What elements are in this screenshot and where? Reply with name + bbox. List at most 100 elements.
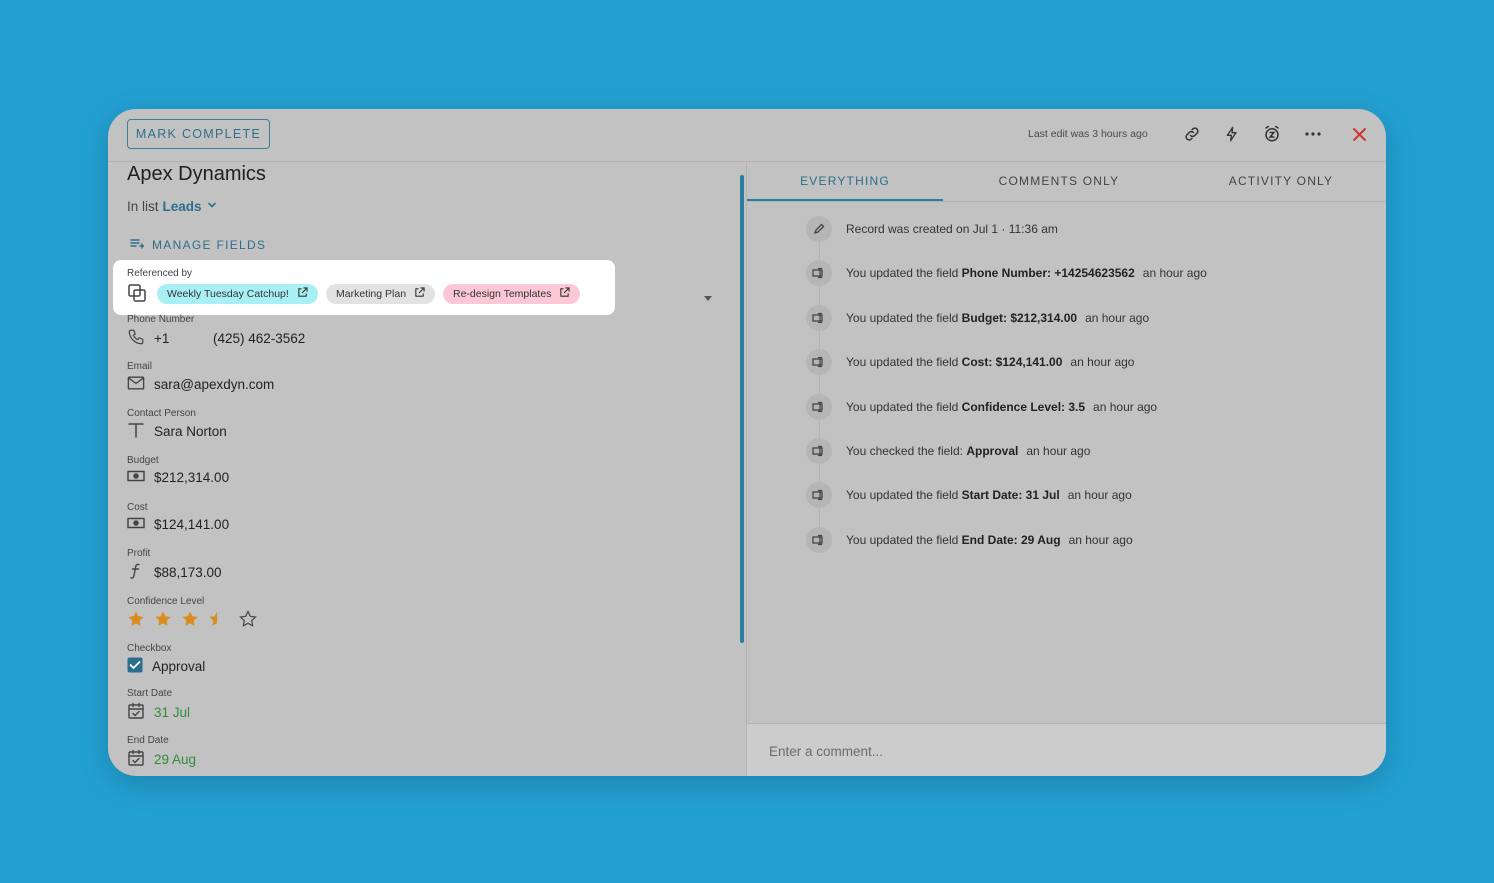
activity-field: Budget: $212,314.00 bbox=[961, 310, 1078, 325]
tab-activity-only[interactable]: ACTIVITY ONLY bbox=[1183, 161, 1379, 201]
activity-text: You updated the field bbox=[846, 355, 959, 370]
field-icon bbox=[806, 260, 832, 287]
record-title: Apex Dynamics bbox=[127, 163, 266, 185]
manage-fields-label: MANAGE FIELDS bbox=[152, 237, 267, 252]
active-tab-indicator bbox=[747, 199, 943, 201]
field-checkbox: Checkbox Approval bbox=[127, 643, 205, 676]
reference-chip-marketing-plan[interactable]: Marketing Plan bbox=[326, 284, 436, 304]
email-icon bbox=[127, 375, 145, 394]
caret-down-icon[interactable] bbox=[704, 296, 712, 301]
end-date-value[interactable]: 29 Aug bbox=[154, 752, 196, 767]
start-date-value[interactable]: 31 Jul bbox=[154, 705, 190, 720]
activity-text: You updated the field bbox=[846, 310, 959, 325]
activity-field: Start Date: 31 Jul bbox=[961, 488, 1060, 503]
field-email: Email sara@apexdyn.com bbox=[127, 361, 274, 394]
star-rating[interactable] bbox=[127, 610, 257, 631]
field-icon bbox=[806, 393, 832, 420]
chevron-down-icon[interactable] bbox=[206, 199, 218, 214]
activity-time: an hour ago bbox=[1070, 355, 1135, 370]
activity-item: You updated the field Confidence Level: … bbox=[806, 393, 1157, 420]
tab-everything[interactable]: EVERYTHING bbox=[747, 161, 943, 201]
star-icon[interactable] bbox=[239, 610, 257, 631]
activity-text: You updated the field bbox=[846, 488, 959, 503]
star-icon[interactable] bbox=[154, 610, 172, 631]
field-label: Profit bbox=[127, 548, 151, 559]
budget-value[interactable]: $212,314.00 bbox=[154, 470, 229, 485]
field-icon bbox=[806, 482, 832, 509]
field-end-date: End Date 29 Aug bbox=[127, 735, 196, 770]
calendar-icon bbox=[127, 749, 145, 770]
activity-text: Record was created on Jul 1 · 11:36 am bbox=[846, 222, 1058, 236]
field-label: Checkbox bbox=[127, 643, 172, 654]
chip-label: Re-design Templates bbox=[453, 288, 552, 300]
activity-item: You updated the field Cost: $124,141.00 a… bbox=[806, 349, 1135, 376]
field-phone: Phone Number +1 (425) 462-3562 bbox=[127, 314, 305, 349]
field-cost: Cost $124,141.00 bbox=[127, 502, 229, 533]
close-icon[interactable] bbox=[1347, 122, 1371, 146]
lightning-icon[interactable] bbox=[1220, 122, 1244, 146]
activity-field: Phone Number: +14254623562 bbox=[961, 266, 1135, 281]
external-link-icon[interactable] bbox=[297, 287, 308, 301]
activity-time: an hour ago bbox=[1067, 488, 1132, 503]
activity-time: an hour ago bbox=[1142, 266, 1207, 281]
list-name[interactable]: Leads bbox=[163, 199, 202, 214]
external-link-icon[interactable] bbox=[559, 287, 571, 301]
activity-text: You updated the field bbox=[846, 532, 959, 547]
money-icon bbox=[127, 469, 145, 486]
phone-number-value[interactable]: (425) 462-3562 bbox=[213, 331, 305, 346]
phone-country-code[interactable]: +1 bbox=[154, 331, 204, 346]
activity-item: You updated the field Start Date: 31 Jul… bbox=[806, 482, 1132, 509]
cost-value[interactable]: $124,141.00 bbox=[154, 517, 229, 532]
field-label: Contact Person bbox=[127, 408, 196, 419]
snooze-icon[interactable] bbox=[1260, 122, 1284, 146]
tab-comments-only[interactable]: COMMENTS ONLY bbox=[961, 161, 1157, 201]
field-confidence-level: Confidence Level bbox=[127, 596, 257, 631]
mark-complete-button[interactable]: MARK COMPLETE bbox=[127, 119, 270, 149]
activity-field: End Date: 29 Aug bbox=[961, 532, 1061, 547]
field-label: Start Date bbox=[127, 688, 173, 699]
reference-chip-redesign-templates[interactable]: Re-design Templates bbox=[443, 284, 581, 304]
field-icon bbox=[806, 438, 832, 464]
activity-item: You checked the field: Approval an hour a… bbox=[806, 438, 1090, 464]
link-icon[interactable] bbox=[1180, 122, 1204, 146]
last-edit-text: Last edit was 3 hours ago bbox=[1028, 128, 1148, 140]
activity-time: an hour ago bbox=[1068, 532, 1133, 547]
field-icon bbox=[806, 349, 832, 376]
references-icon bbox=[127, 283, 147, 308]
activity-text: You updated the field bbox=[846, 399, 959, 414]
star-icon[interactable] bbox=[208, 610, 226, 631]
list-selector[interactable]: In list Leads bbox=[127, 199, 218, 214]
activity-tabs: EVERYTHING COMMENTS ONLY ACTIVITY ONLY bbox=[747, 161, 1386, 202]
email-value[interactable]: sara@apexdyn.com bbox=[154, 377, 274, 392]
text-type-icon bbox=[127, 422, 145, 441]
checkbox-label[interactable]: Approval bbox=[152, 659, 205, 674]
in-list-prefix: In list bbox=[127, 199, 159, 214]
activity-text: You checked the field: bbox=[846, 444, 963, 458]
field-label: End Date bbox=[127, 735, 169, 746]
manage-fields-icon bbox=[130, 237, 145, 252]
referenced-by-card: Referenced by Weekly Tuesday Catchup! Ma… bbox=[113, 260, 615, 315]
field-label: Confidence Level bbox=[127, 596, 205, 607]
star-icon[interactable] bbox=[127, 610, 145, 631]
activity-time: an hour ago bbox=[1085, 310, 1150, 325]
field-label: Phone Number bbox=[127, 314, 195, 325]
activity-field: Approval bbox=[966, 444, 1019, 458]
more-icon[interactable] bbox=[1301, 122, 1325, 146]
field-icon bbox=[806, 304, 832, 331]
manage-fields-button[interactable]: MANAGE FIELDS bbox=[130, 237, 266, 252]
activity-text: You updated the field bbox=[846, 266, 959, 281]
field-profit: Profit $88,173.00 bbox=[127, 548, 222, 583]
record-modal: MARK COMPLETE Last edit was 3 hours ago … bbox=[108, 109, 1386, 776]
star-icon[interactable] bbox=[181, 610, 199, 631]
comment-input[interactable] bbox=[767, 738, 1351, 764]
chip-label: Marketing Plan bbox=[336, 288, 407, 300]
profit-value: $88,173.00 bbox=[154, 565, 222, 580]
external-link-icon[interactable] bbox=[414, 287, 425, 301]
approval-checkbox[interactable] bbox=[127, 657, 143, 676]
comment-bar bbox=[747, 723, 1386, 776]
reference-chip-weekly-catchup[interactable]: Weekly Tuesday Catchup! bbox=[157, 284, 318, 304]
field-label: Cost bbox=[127, 502, 148, 513]
contact-person-value[interactable]: Sara Norton bbox=[154, 424, 227, 439]
left-panel-scrollbar[interactable] bbox=[740, 175, 744, 643]
activity-item: You updated the field End Date: 29 Aug an… bbox=[806, 526, 1133, 553]
